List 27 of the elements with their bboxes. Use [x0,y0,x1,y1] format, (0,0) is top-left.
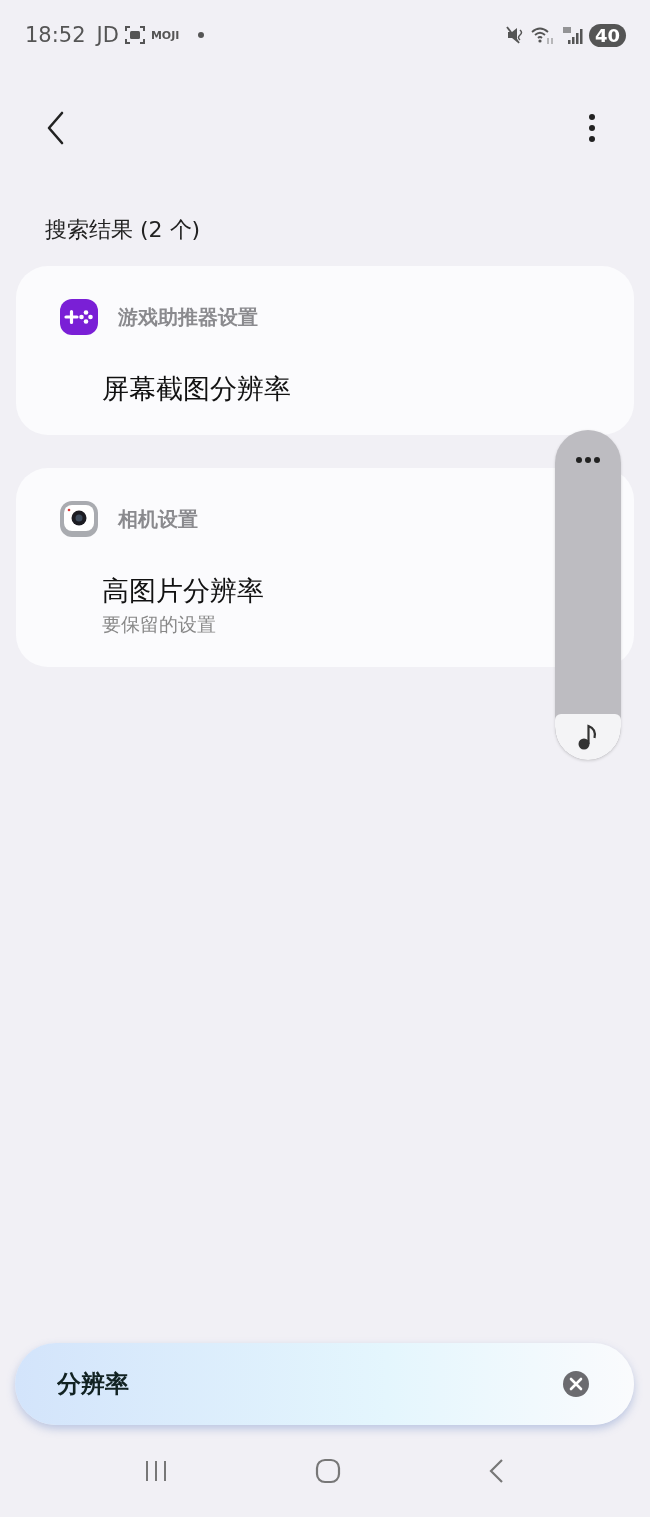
search-input: 分辨率 [55,1369,562,1399]
notification-label: JD [96,23,119,47]
clock-time: 18:52 [25,23,86,47]
more-icon[interactable] [575,456,601,464]
result-title: 高图片分辨率 [102,574,265,608]
result-item[interactable]: 高图片分辨率 要保留的设置 [16,539,634,639]
recent-apps-icon[interactable] [143,1459,169,1483]
result-item[interactable]: 屏幕截图分辨率 [16,337,634,407]
screenshot-icon [123,24,146,46]
search-field[interactable]: 分辨率 [15,1343,634,1425]
gamepad-icon [60,299,98,335]
more-options-icon[interactable] [588,113,596,143]
category-label: 游戏助推器设置 [118,303,258,331]
music-note-icon [577,724,599,750]
result-title: 屏幕截图分辨率 [102,372,292,406]
results-heading: 搜索结果 (2 个) [44,216,202,244]
notification-dot-icon [198,32,205,38]
battery-indicator: 40 [588,23,626,47]
signal-icon [561,25,584,45]
result-subtitle: 要保留的设置 [102,612,217,637]
category-label: 相机设置 [118,505,198,533]
home-icon[interactable] [315,1458,341,1484]
music-button[interactable] [555,714,621,760]
notification-label: MOJI [150,28,180,42]
camera-icon [60,501,98,537]
back-icon[interactable] [46,111,66,145]
clear-icon[interactable] [562,1370,590,1398]
